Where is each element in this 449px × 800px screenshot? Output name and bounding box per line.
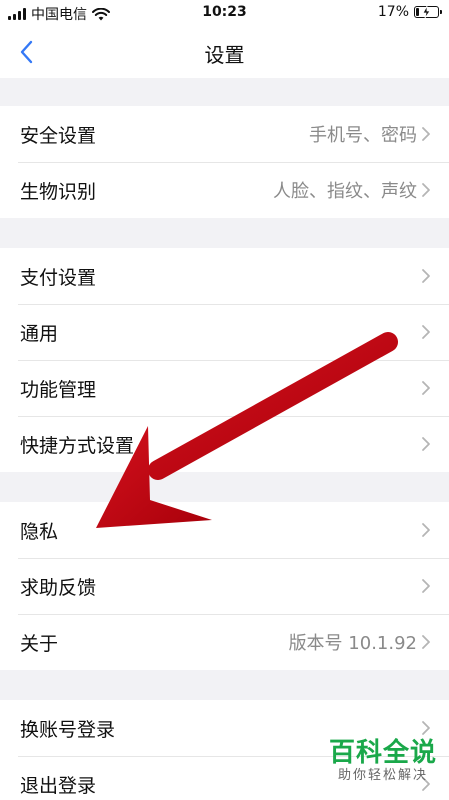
chevron-right-icon — [422, 635, 430, 649]
battery-percent: 17% — [377, 4, 409, 20]
row-label: 功能管理 — [20, 378, 97, 401]
row-privacy[interactable]: 隐私 — [0, 502, 449, 558]
settings-group-privacy: 隐私 求助反馈 关于 版本号 10.1.92 — [0, 502, 449, 670]
status-right: 17% — [377, 4, 442, 20]
row-about[interactable]: 关于 版本号 10.1.92 — [0, 614, 449, 670]
row-feature-management[interactable]: 功能管理 — [0, 360, 449, 416]
chevron-right-icon — [422, 579, 430, 593]
row-general[interactable]: 通用 — [0, 304, 449, 360]
row-shortcut-settings[interactable]: 快捷方式设置 — [0, 416, 449, 472]
row-label: 求助反馈 — [20, 576, 97, 599]
chevron-right-icon — [422, 523, 430, 537]
row-label: 换账号登录 — [20, 718, 116, 741]
nav-bar: 设置 — [0, 26, 449, 78]
row-security-settings[interactable]: 安全设置 手机号、密码 — [0, 106, 449, 162]
row-value: 版本号 10.1.92 — [288, 633, 417, 654]
row-label: 通用 — [20, 322, 59, 345]
row-help-feedback[interactable]: 求助反馈 — [0, 558, 449, 614]
chevron-right-icon — [422, 325, 430, 339]
watermark-subtitle: 助你轻松解决 — [337, 768, 428, 783]
row-value: 手机号、密码 — [309, 125, 417, 146]
row-label: 支付设置 — [20, 266, 97, 289]
status-bar: 中国电信 10:23 17% — [0, 0, 449, 26]
chevron-right-icon — [422, 381, 430, 395]
battery-icon — [414, 6, 442, 18]
watermark-logo: 百科全说 助你轻松解决 — [329, 738, 437, 784]
row-value: 人脸、指纹、声纹 — [273, 181, 417, 202]
row-label: 隐私 — [20, 520, 59, 543]
page-title: 设置 — [204, 43, 245, 67]
row-label: 安全设置 — [20, 124, 97, 147]
chevron-right-icon — [422, 183, 430, 197]
chevron-right-icon — [422, 437, 430, 451]
row-biometrics[interactable]: 生物识别 人脸、指纹、声纹 — [0, 162, 449, 218]
row-payment-settings[interactable]: 支付设置 — [0, 248, 449, 304]
chevron-right-icon — [422, 269, 430, 283]
row-label: 生物识别 — [20, 180, 97, 203]
chevron-right-icon — [422, 127, 430, 141]
row-label: 快捷方式设置 — [20, 434, 135, 457]
chevron-right-icon — [422, 721, 430, 735]
row-label: 关于 — [20, 632, 59, 655]
row-label: 退出登录 — [20, 774, 97, 797]
settings-group-general: 支付设置 通用 功能管理 快捷方式设置 — [0, 248, 449, 472]
settings-group-account: 安全设置 手机号、密码 生物识别 人脸、指纹、声纹 — [0, 106, 449, 218]
watermark-title: 百科全说 — [328, 738, 437, 768]
